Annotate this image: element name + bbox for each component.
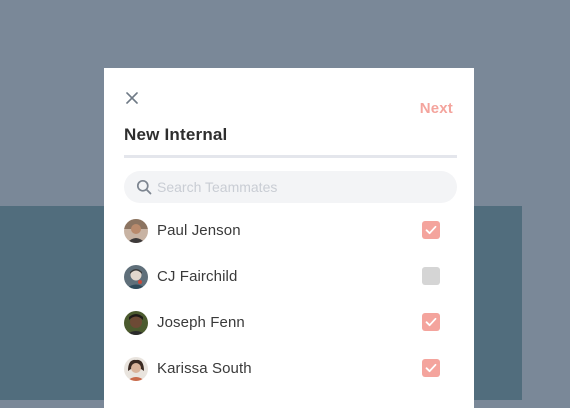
teammate-row[interactable]: CJ Fairchild bbox=[124, 254, 454, 300]
close-icon bbox=[124, 90, 140, 106]
teammate-row[interactable]: Paul Jenson bbox=[124, 208, 454, 254]
next-button[interactable]: Next bbox=[420, 100, 453, 117]
teammate-checkbox[interactable] bbox=[422, 221, 440, 239]
title-divider bbox=[124, 155, 457, 158]
teammate-name: Joseph Fenn bbox=[157, 314, 245, 331]
search-bar bbox=[124, 171, 457, 203]
avatar bbox=[124, 265, 148, 289]
avatar bbox=[124, 357, 148, 381]
dialog-title: New Internal bbox=[124, 125, 228, 144]
new-internal-dialog: Next New Internal Paul Jenson bbox=[104, 68, 474, 408]
teammate-name: Karissa South bbox=[157, 360, 252, 377]
close-button[interactable] bbox=[124, 90, 140, 106]
teammate-row[interactable]: Karissa South bbox=[124, 346, 454, 392]
teammate-name: CJ Fairchild bbox=[157, 268, 238, 285]
teammate-list: Paul Jenson CJ Fairchild Joseph Fenn Kar… bbox=[124, 208, 454, 392]
teammate-name: Paul Jenson bbox=[157, 222, 241, 239]
teammate-checkbox[interactable] bbox=[422, 313, 440, 331]
teammate-checkbox[interactable] bbox=[422, 267, 440, 285]
search-input[interactable] bbox=[157, 171, 447, 203]
avatar bbox=[124, 311, 148, 335]
search-icon bbox=[136, 179, 152, 195]
teammate-row[interactable]: Joseph Fenn bbox=[124, 300, 454, 346]
avatar bbox=[124, 219, 148, 243]
teammate-checkbox[interactable] bbox=[422, 359, 440, 377]
